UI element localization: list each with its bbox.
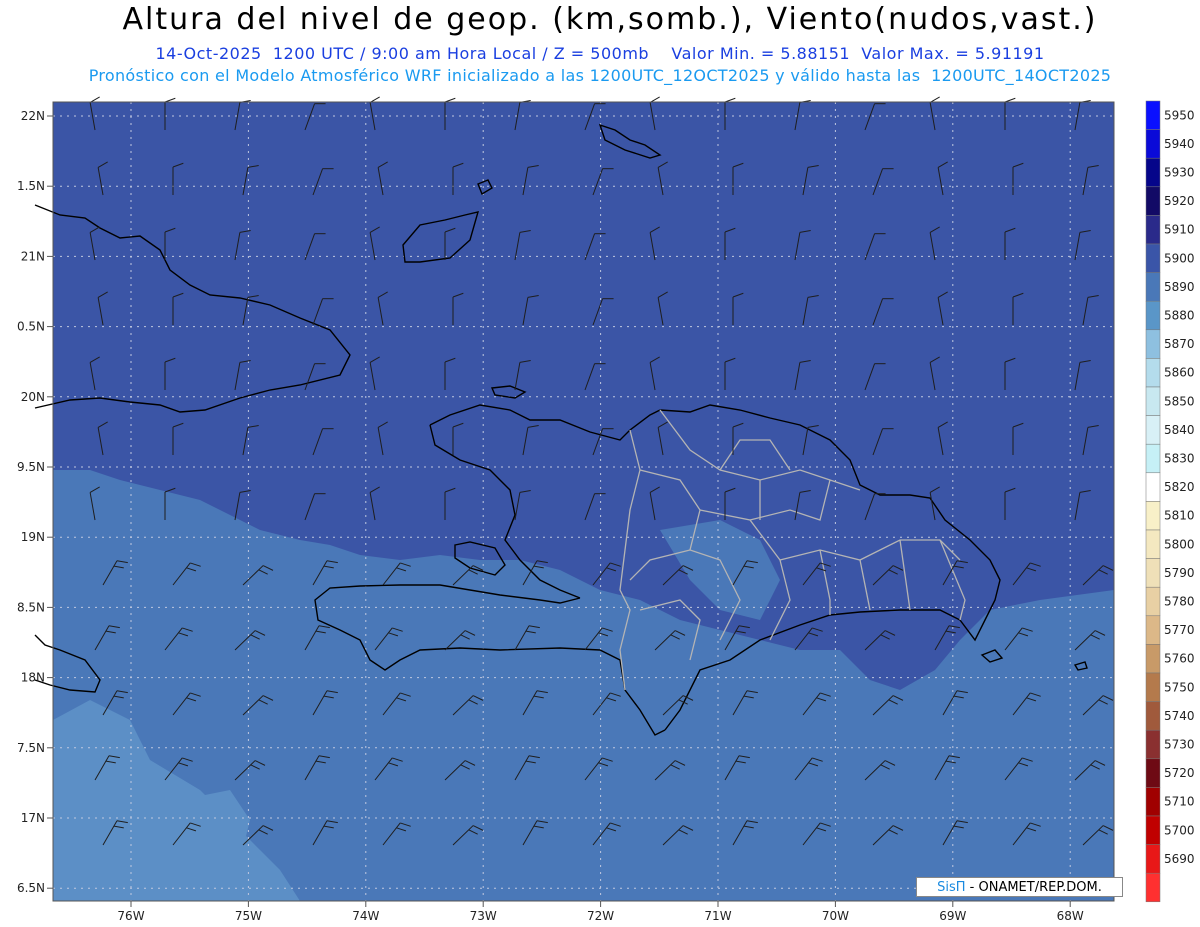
colorbar-swatch (1145, 729, 1161, 760)
colorbar-swatch (1145, 300, 1161, 331)
colorbar-label: 5860 (1164, 366, 1195, 380)
colorbar-label: 5750 (1164, 680, 1195, 694)
colorbar-label: 5690 (1164, 852, 1195, 866)
lon-label: 75W (235, 909, 262, 923)
lat-label: 0.5N (17, 320, 45, 334)
lat-label: 9.5N (17, 460, 45, 474)
colorbar-label: 5780 (1164, 595, 1195, 609)
lat-label: 21N (21, 249, 45, 263)
lat-label: 17N (21, 811, 45, 825)
longitude-axis: 76W 75W 74W 73W 72W 71W 70W 69W 68W (117, 901, 1084, 923)
colorbar-label: 5720 (1164, 766, 1195, 780)
credit-box: SisΠ - ONAMET/REP.DOM. (916, 877, 1123, 897)
latitude-axis: 22N 1.5N 21N 0.5N 20N 9.5N 19N 8.5N 18N 7.5N 17N 6.… (17, 109, 53, 895)
colorbar-label: 5900 (1164, 251, 1195, 265)
colorbar-swatch (1145, 272, 1161, 302)
colorbar-label: 5770 (1164, 623, 1195, 637)
colorbar-label: 5830 (1164, 452, 1195, 466)
colorbar-label: 5710 (1164, 795, 1195, 809)
lon-label: 69W (939, 909, 966, 923)
colorbar: 5950 5940 5930 5920 5910 5900 5890 5880 5870 5860… (1145, 100, 1195, 903)
lon-label: 76W (117, 909, 144, 923)
colorbar-label: 5800 (1164, 537, 1195, 551)
colorbar-swatch (1145, 386, 1161, 416)
colorbar-swatch (1145, 615, 1161, 645)
lat-label: 8.5N (17, 600, 45, 614)
colorbar-swatch (1145, 586, 1161, 617)
colorbar-swatch (1145, 358, 1161, 388)
lat-label: 22N (21, 109, 45, 123)
colorbar-swatch (1145, 529, 1161, 559)
colorbar-label: 5820 (1164, 480, 1195, 494)
lon-label: 70W (822, 909, 849, 923)
lat-label: 1.5N (17, 179, 45, 193)
colorbar-label: 5760 (1164, 652, 1195, 666)
colorbar-swatch (1145, 872, 1161, 903)
lat-label: 18N (21, 671, 45, 685)
colorbar-swatch (1145, 558, 1161, 588)
colorbar-label: 5790 (1164, 566, 1195, 580)
colorbar-swatch (1145, 501, 1161, 531)
colorbar-label: 5840 (1164, 423, 1195, 437)
colorbar-swatch (1145, 672, 1161, 702)
colorbar-label: 5870 (1164, 337, 1195, 351)
colorbar-swatch (1145, 815, 1161, 845)
colorbar-swatch (1145, 844, 1161, 874)
colorbar-label: 5890 (1164, 280, 1195, 294)
colorbar-swatch (1145, 100, 1161, 130)
lon-label: 73W (470, 909, 497, 923)
colorbar-label: 5810 (1164, 509, 1195, 523)
lat-label: 7.5N (17, 741, 45, 755)
colorbar-swatch (1145, 472, 1161, 502)
credit-text: - ONAMET/REP.DOM. (965, 880, 1102, 895)
colorbar-label: 5700 (1164, 823, 1195, 837)
colorbar-label: 5850 (1164, 394, 1195, 408)
colorbar-swatch (1145, 215, 1161, 245)
lon-label: 71W (704, 909, 731, 923)
lon-label: 74W (352, 909, 379, 923)
lat-label: 20N (21, 390, 45, 404)
colorbar-swatch (1145, 644, 1161, 674)
colorbar-label: 5910 (1164, 223, 1195, 237)
colorbar-swatch (1145, 758, 1161, 788)
colorbar-swatch (1145, 701, 1161, 731)
colorbar-label: 5740 (1164, 709, 1195, 723)
colorbar-swatch (1145, 415, 1161, 445)
colorbar-label: 5880 (1164, 309, 1195, 323)
lon-label: 72W (587, 909, 614, 923)
forecast-map: 22N 1.5N 21N 0.5N 20N 9.5N 19N 8.5N 18N 7.5N 17N 6.… (17, 96, 1195, 923)
colorbar-swatch (1145, 443, 1161, 474)
colorbar-swatch (1145, 329, 1161, 359)
lon-label: 68W (1057, 909, 1084, 923)
colorbar-swatch (1145, 157, 1161, 188)
colorbar-swatch (1145, 787, 1161, 817)
lat-label: 6.5N (17, 881, 45, 895)
lat-label: 19N (21, 530, 45, 544)
sispi-logo: SisΠ (937, 880, 966, 895)
colorbar-label: 5730 (1164, 738, 1195, 752)
colorbar-swatch (1145, 243, 1161, 273)
colorbar-label: 5950 (1164, 108, 1195, 122)
colorbar-label: 5940 (1164, 137, 1195, 151)
colorbar-label: 5920 (1164, 194, 1195, 208)
colorbar-swatch (1145, 186, 1161, 216)
colorbar-label: 5930 (1164, 166, 1195, 180)
colorbar-swatch (1145, 129, 1161, 159)
